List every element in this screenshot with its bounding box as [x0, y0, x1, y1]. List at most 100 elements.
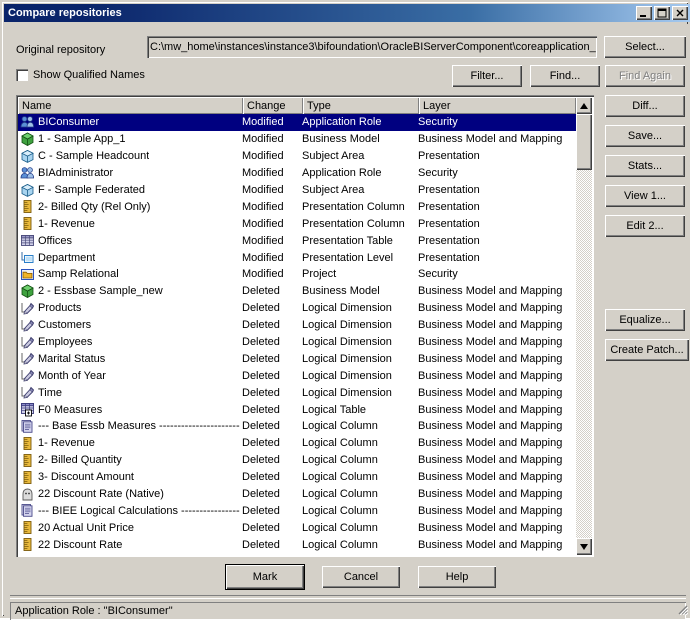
scrollbar-track[interactable]: [576, 114, 592, 538]
folder-group-icon: [20, 503, 35, 518]
table-row[interactable]: Time Deleted Logical Dimension Business Mod…: [18, 384, 576, 401]
business-model-icon: [20, 132, 35, 147]
find-button[interactable]: Find...: [530, 65, 600, 87]
cell-name: 22 Discount Rate (Native): [18, 487, 240, 502]
table-row[interactable]: Marital Status Deleted Logical Dimension Bu…: [18, 350, 576, 367]
scrollbar-thumb[interactable]: [576, 114, 592, 170]
stats-button[interactable]: Stats...: [605, 155, 685, 177]
row-name-text: 2- Billed Quantity: [38, 454, 122, 467]
cell-change: Modified: [242, 268, 284, 281]
table-row[interactable]: 20 Actual Unit Price Deleted Logical Colum…: [18, 519, 576, 536]
scroll-down-arrow-icon[interactable]: [576, 538, 592, 555]
select-button[interactable]: Select...: [604, 36, 686, 58]
row-name-text: 20 Actual Unit Price: [38, 521, 134, 534]
row-name-text: 3- Discount Amount: [38, 471, 134, 484]
show-qualified-names-checkbox[interactable]: Show Qualified Names: [16, 69, 145, 81]
table-row[interactable]: Products Deleted Logical Dimension Business…: [18, 300, 576, 317]
list-vertical-scrollbar[interactable]: [576, 97, 592, 555]
table-row[interactable]: BIConsumer Modified Application Role Securi…: [18, 114, 576, 131]
find-again-button: Find Again: [605, 65, 685, 87]
cell-change: Modified: [242, 150, 284, 163]
checkbox-box[interactable]: [16, 69, 28, 81]
table-row[interactable]: Employees Deleted Logical Dimension Busines…: [18, 334, 576, 351]
row-name-text: Department: [38, 251, 96, 264]
cell-change: Modified: [242, 133, 284, 146]
table-row[interactable]: 2- Billed Qty (Rel Only) Modified Presenta…: [18, 198, 576, 215]
cell-change: Modified: [242, 251, 284, 264]
logical-dimension-icon: [20, 335, 35, 350]
row-name-text: BIConsumer: [38, 116, 100, 129]
cell-name: --- Base Essb Measures -----------------…: [18, 419, 240, 434]
application-role-icon: [20, 166, 35, 181]
table-row[interactable]: BIAdministrator Modified Application Role S…: [18, 165, 576, 182]
cancel-button[interactable]: Cancel: [322, 566, 400, 588]
cell-name: 22 Discount Rate: [18, 537, 240, 552]
cell-type: Project: [302, 268, 337, 281]
table-row[interactable]: --- Base Essb Measures -----------------…: [18, 418, 576, 435]
column-icon: [20, 199, 35, 214]
comparison-list[interactable]: Name Change Type Layer BIConsumer Modifie…: [16, 95, 594, 557]
cell-change: Deleted: [242, 538, 280, 551]
table-row[interactable]: --- BIEE Logical Calculations ----------…: [18, 502, 576, 519]
logical-dimension-icon: [20, 318, 35, 333]
application-role-icon: [20, 115, 35, 130]
row-name-text: 2 - Essbase Sample_new: [38, 285, 163, 298]
cell-type: Logical Column: [302, 504, 378, 517]
filter-button[interactable]: Filter...: [452, 65, 522, 87]
logical-table-icon: [20, 402, 35, 417]
cell-change: Deleted: [242, 336, 280, 349]
subject-area-icon: [20, 149, 35, 164]
create-patch-button[interactable]: Create Patch...: [605, 339, 689, 361]
table-row[interactable]: F - Sample Federated Modified Subject Area…: [18, 182, 576, 199]
edit-2-button[interactable]: Edit 2...: [605, 215, 685, 237]
row-name-text: 1- Revenue: [38, 437, 95, 450]
column-header-name[interactable]: Name: [18, 97, 243, 114]
cell-layer: Business Model and Mapping: [418, 336, 563, 349]
table-row[interactable]: 3- Discount Amount Deleted Logical Column B…: [18, 469, 576, 486]
maximize-icon[interactable]: [654, 6, 670, 20]
cell-layer: Business Model and Mapping: [418, 471, 563, 484]
minimize-icon[interactable]: [636, 6, 652, 20]
table-row[interactable]: 2 - Essbase Sample_new Deleted Business Mo…: [18, 283, 576, 300]
column-header-layer[interactable]: Layer: [419, 97, 576, 114]
cell-layer: Business Model and Mapping: [418, 403, 563, 416]
view-1-button[interactable]: View 1...: [605, 185, 685, 207]
cell-change: Deleted: [242, 488, 280, 501]
help-button[interactable]: Help: [418, 566, 496, 588]
cell-type: Subject Area: [302, 184, 365, 196]
table-row[interactable]: 2- Billed Quantity Deleted Logical Column B…: [18, 452, 576, 469]
list-rows: BIConsumer Modified Application Role Securi…: [18, 114, 576, 554]
diff-button[interactable]: Diff...: [605, 95, 685, 117]
table-row[interactable]: Samp Relational Modified Project Security: [18, 266, 576, 283]
original-repository-field[interactable]: C:\mw_home\instances\instance3\bifoundat…: [147, 36, 597, 58]
table-row[interactable]: Offices Modified Presentation Table Present…: [18, 232, 576, 249]
table-row[interactable]: 1- Revenue Deleted Logical Column Business …: [18, 435, 576, 452]
table-row[interactable]: Month of Year Deleted Logical Dimension Bus…: [18, 367, 576, 384]
close-icon[interactable]: [672, 6, 688, 20]
resize-grip-icon[interactable]: [676, 603, 688, 615]
table-row[interactable]: 22 Discount Rate (Native) Deleted Logical …: [18, 486, 576, 503]
row-name-text: 22 Discount Rate (Native): [38, 488, 164, 501]
cell-name: 1 - Sample App_1: [18, 132, 240, 147]
mark-button[interactable]: Mark: [226, 565, 304, 589]
cell-layer: Business Model and Mapping: [418, 488, 563, 501]
save-button[interactable]: Save...: [605, 125, 685, 147]
compare-repositories-window: Compare repositories Original repository…: [0, 0, 690, 620]
status-bar-text: Application Role : "BIConsumer": [15, 605, 173, 617]
column-header-change[interactable]: Change: [243, 97, 303, 114]
cell-type: Logical Dimension: [302, 319, 392, 332]
table-row[interactable]: 22 Discount Rate Deleted Logical Column Bus…: [18, 536, 576, 553]
column-icon: [20, 436, 35, 451]
table-row[interactable]: F0 Measures Deleted Logical Table Business …: [18, 401, 576, 418]
equalize-button[interactable]: Equalize...: [605, 309, 685, 331]
table-row[interactable]: Customers Deleted Logical Dimension Busines…: [18, 317, 576, 334]
table-row[interactable]: C - Sample Headcount Modified Subject Area…: [18, 148, 576, 165]
cell-layer: Presentation: [418, 150, 480, 163]
table-row[interactable]: Department Modified Presentation Level Pres…: [18, 249, 576, 266]
column-header-type[interactable]: Type: [303, 97, 419, 114]
table-row[interactable]: 1- Revenue Modified Presentation Column Pre…: [18, 215, 576, 232]
row-name-text: Month of Year: [38, 369, 106, 382]
row-name-text: Products: [38, 302, 82, 315]
scroll-up-arrow-icon[interactable]: [576, 97, 592, 114]
table-row[interactable]: 1 - Sample App_1 Modified Business Model Bu…: [18, 131, 576, 148]
